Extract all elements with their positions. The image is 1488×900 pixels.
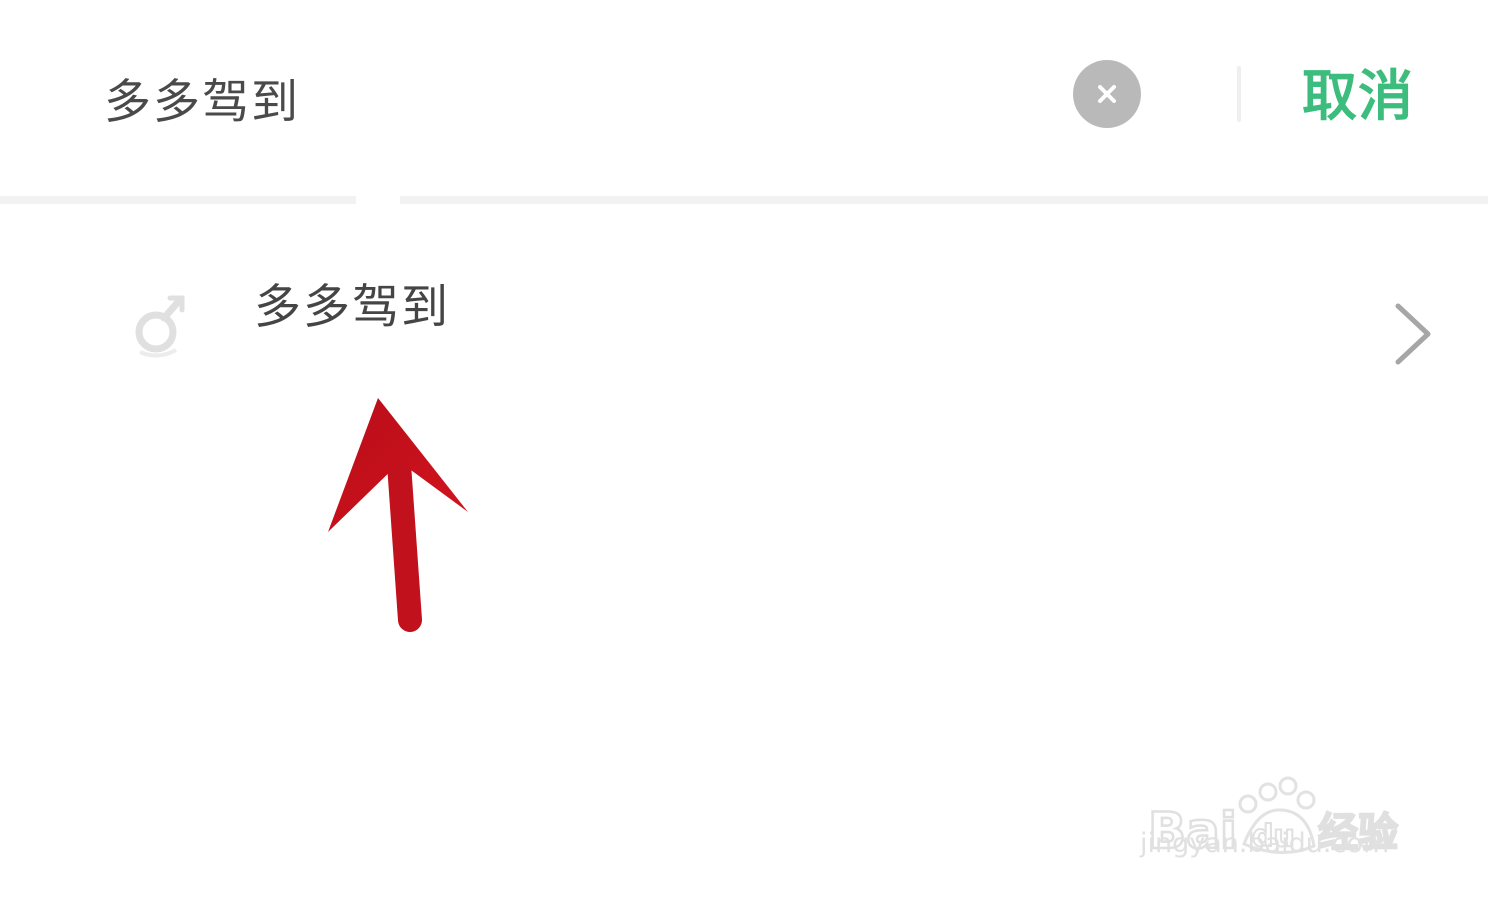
search-bar: 取消 <box>0 0 1488 190</box>
mini-program-icon <box>135 295 185 358</box>
watermark-url: jingyan.baidu.com <box>1140 828 1390 859</box>
clear-search-button[interactable] <box>1073 60 1141 128</box>
section-divider-left <box>0 196 356 204</box>
vertical-divider <box>1237 66 1241 122</box>
red-arrow-up-icon <box>328 398 468 632</box>
cancel-button[interactable]: 取消 <box>1302 56 1414 136</box>
search-result-label: 多多驾到 <box>254 280 450 335</box>
chevron-right-icon <box>1395 303 1431 365</box>
search-input[interactable] <box>104 62 1004 132</box>
baidu-watermark: Bai du 经验 jingyan.baidu.com <box>1130 730 1430 880</box>
close-circle-icon <box>1098 85 1116 103</box>
search-page: 取消 多多驾到 <box>0 0 1488 900</box>
section-divider-right <box>400 196 1488 204</box>
search-result-item[interactable]: 多多驾到 <box>0 240 1488 400</box>
